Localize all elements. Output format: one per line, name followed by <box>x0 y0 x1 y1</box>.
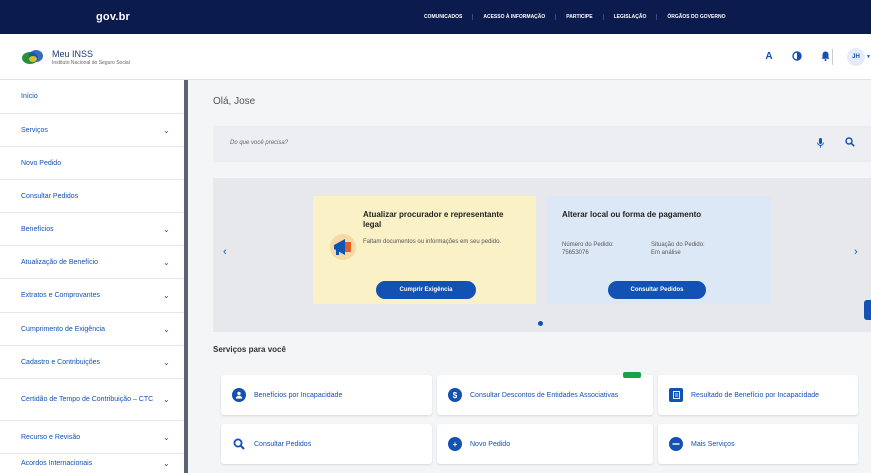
document-icon <box>669 388 683 402</box>
service-label: Consultar Pedidos <box>254 440 312 448</box>
search-placeholder: Do que você precisa? <box>230 140 289 146</box>
service-beneficios-incapacidade[interactable]: Benefícios por Incapacidade <box>221 375 432 415</box>
govbr-bar: gov.br Comunicados Acesso à informação P… <box>0 0 871 34</box>
chevron-down-icon: ⌄ <box>163 395 170 404</box>
govbr-link-comunicados[interactable]: Comunicados <box>414 14 474 20</box>
search-icon[interactable] <box>845 137 855 150</box>
govbr-link-acesso-informacao[interactable]: Acesso à informação <box>473 14 557 20</box>
chevron-down-icon: ⌄ <box>163 324 170 334</box>
service-label: Resultado de Benefício por Incapacidade <box>691 391 820 399</box>
megaphone-illustration-icon <box>330 234 356 260</box>
pedido-situacao-label: Situação do Pedido: <box>651 242 705 248</box>
sidebar-item-cumprimento-exigencia[interactable]: Cumprimento de Exigência ⌄ <box>0 313 184 346</box>
chevron-down-icon: ⌄ <box>163 357 170 367</box>
sidebar-item-inicio[interactable]: Início <box>0 80 184 114</box>
govbr-links: Comunicados Acesso à informação Particip… <box>414 14 735 20</box>
carousel-indicator[interactable] <box>538 321 543 326</box>
pedido-situacao-value: Em análise <box>651 250 681 256</box>
person-icon <box>232 388 246 402</box>
sidebar-item-novo-pedido[interactable]: Novo Pedido <box>0 147 184 180</box>
service-label: Mais Serviços <box>691 440 735 448</box>
sidebar-item-cadastro[interactable]: Cadastro e Contribuições ⌄ <box>0 346 184 379</box>
sidebar-item-extratos[interactable]: Extratos e Comprovantes ⌄ <box>0 279 184 313</box>
sidebar: Início Serviços ⌄ Novo Pedido Consultar P… <box>0 80 184 473</box>
font-size-icon[interactable]: A <box>762 49 776 63</box>
service-label: Benefícios por Incapacidade <box>254 391 343 399</box>
carousel-next-icon[interactable]: › <box>854 246 858 258</box>
new-badge <box>623 372 641 378</box>
avatar[interactable]: JH <box>847 48 865 66</box>
card-exigencia-title: Atualizar procurador e representante leg… <box>363 210 504 229</box>
card-exigencia-text: Faltam documentos ou informações em seu … <box>363 239 502 245</box>
service-descontos-entidades[interactable]: $ Consultar Descontos de Entidades Assoc… <box>437 372 653 415</box>
card-pagamento: Alterar local ou forma de pagamento Núme… <box>547 196 771 304</box>
chevron-down-icon[interactable]: ▼ <box>866 54 871 60</box>
service-mais-servicos[interactable]: Mais Serviços <box>658 424 858 464</box>
sidebar-item-beneficios[interactable]: Benefícios ⌄ <box>0 213 184 246</box>
app-title: Meu INSS <box>52 49 94 59</box>
service-novo-pedido[interactable]: + Novo Pedido <box>437 424 653 464</box>
pedido-numero-label: Número do Pedido: <box>562 242 614 248</box>
chevron-down-icon: ⌄ <box>163 224 170 234</box>
inss-logo-icon[interactable] <box>21 48 45 66</box>
app-subtitle: Instituto Nacional do Seguro Social <box>52 60 130 66</box>
more-icon <box>669 437 683 451</box>
sidebar-item-recurso[interactable]: Recurso e Revisão ⌄ <box>0 421 184 454</box>
card-exigencia: Atualizar procurador e representante leg… <box>313 196 536 304</box>
microphone-icon[interactable] <box>817 138 824 150</box>
sidebar-item-consultar-pedidos[interactable]: Consultar Pedidos <box>0 180 184 213</box>
feedback-tab[interactable] <box>864 300 871 320</box>
cumprir-exigencia-button[interactable]: Cumprir Exigência <box>376 281 476 299</box>
consultar-pedidos-button[interactable]: Consultar Pedidos <box>608 281 706 299</box>
chevron-down-icon: ⌄ <box>163 257 170 267</box>
header-actions: A <box>762 49 832 63</box>
search-input[interactable]: Do que você precisa? <box>213 126 871 162</box>
sidebar-item-ctc[interactable]: Certidão de Tempo de Contribuição – CTC ⌄ <box>0 379 184 421</box>
section-title: Serviços para você <box>213 345 286 354</box>
sidebar-item-servicos[interactable]: Serviços ⌄ <box>0 114 184 147</box>
money-icon: $ <box>448 388 462 402</box>
app-header: Meu INSS Instituto Nacional do Seguro So… <box>0 34 871 80</box>
chevron-down-icon: ⌄ <box>163 432 170 442</box>
govbr-link-participe[interactable]: Participe <box>556 14 604 20</box>
govbr-link-legislacao[interactable]: Legislação <box>604 14 658 20</box>
pedido-numero-value: 75653076 <box>562 250 589 256</box>
bell-icon[interactable] <box>818 49 832 63</box>
greeting: Olá, Jose <box>213 96 256 107</box>
highlight-carousel: ‹ › Atualizar procurador e representante… <box>213 178 871 332</box>
carousel-prev-icon[interactable]: ‹ <box>223 246 227 258</box>
contrast-icon[interactable] <box>790 49 804 63</box>
govbr-link-orgaos[interactable]: Órgãos do governo <box>657 14 735 20</box>
service-label: Consultar Descontos de Entidades Associa… <box>470 391 619 399</box>
govbr-logo[interactable]: gov.br <box>96 11 130 23</box>
header-separator <box>832 49 833 65</box>
chevron-down-icon: ⌄ <box>163 459 170 468</box>
chevron-down-icon: ⌄ <box>163 125 170 135</box>
chevron-down-icon: ⌄ <box>163 291 170 300</box>
sidebar-item-acordos[interactable]: Acordos Internacionais ⌄ <box>0 454 184 473</box>
service-label: Novo Pedido <box>470 440 511 448</box>
service-consultar-pedidos[interactable]: Consultar Pedidos <box>221 424 432 464</box>
search-icon <box>232 437 246 451</box>
service-resultado-beneficio[interactable]: Resultado de Benefício por Incapacidade <box>658 375 858 415</box>
plus-icon: + <box>448 437 462 451</box>
card-pagamento-title: Alterar local ou forma de pagamento <box>562 210 702 219</box>
sidebar-scrollbar[interactable] <box>184 80 188 473</box>
sidebar-item-atualizacao-beneficio[interactable]: Atualização de Benefício ⌄ <box>0 246 184 279</box>
